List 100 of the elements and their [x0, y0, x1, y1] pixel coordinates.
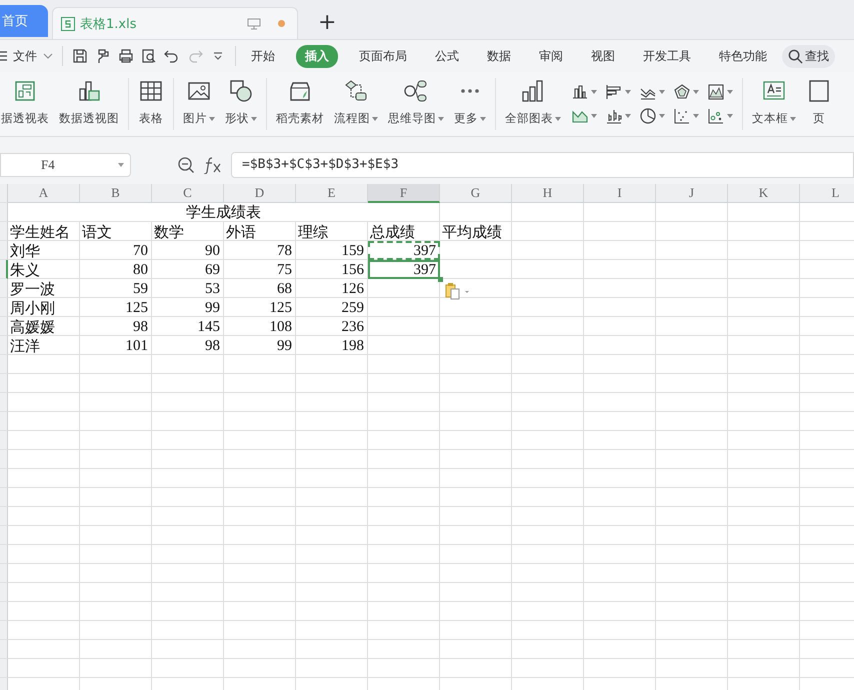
caret-icon	[625, 114, 631, 118]
ribbon-tab[interactable]: 开发工具	[636, 44, 698, 68]
name-cell-text: 周小刚	[9, 298, 56, 317]
save-icon[interactable]	[71, 47, 89, 65]
ribbon-button[interactable]: 图片	[178, 72, 220, 136]
name-box[interactable]: F4	[0, 152, 131, 176]
ribbon-tab[interactable]: 特色功能	[712, 44, 774, 68]
chart-type-button[interactable]	[706, 106, 734, 126]
ribbon-button[interactable]: 文本框	[747, 72, 801, 136]
shapes-icon	[228, 78, 254, 104]
name-cell-text: 高媛媛	[9, 317, 56, 336]
ribbon-tab[interactable]: 数据	[480, 44, 518, 68]
row-header[interactable]	[0, 564, 8, 583]
ribbon-tab[interactable]: 审阅	[532, 44, 570, 68]
row-header[interactable]	[0, 298, 8, 317]
column-chart-icon	[571, 83, 589, 101]
score-cell-text: 70	[132, 242, 149, 260]
row-header[interactable]	[0, 507, 8, 526]
row-header[interactable]	[0, 412, 8, 431]
row-header[interactable]	[0, 583, 8, 602]
score-cell-text: 99	[204, 299, 221, 317]
column-heading-cell-text: 总成绩	[369, 222, 416, 241]
score-cell-text: 78	[276, 242, 293, 260]
row-header[interactable]	[0, 317, 8, 336]
ribbon-button[interactable]: 更多	[449, 72, 491, 136]
score-cell-text: 68	[276, 280, 293, 298]
row-header[interactable]	[0, 336, 8, 355]
score-cell-text: 75	[276, 261, 293, 279]
chart-type-button[interactable]	[638, 106, 666, 126]
new-tab-button[interactable]: +	[312, 10, 342, 35]
score-cell-text: 98	[204, 337, 221, 355]
score-cell-text: 53	[204, 280, 221, 298]
ribbon-button[interactable]: 思维导图	[383, 72, 449, 136]
ribbon-button[interactable]: 流程图	[329, 72, 383, 136]
column-heading-cell-text: 语文	[81, 222, 113, 241]
chart-type-button[interactable]	[672, 106, 700, 126]
row-header[interactable]	[0, 488, 8, 507]
name-cell-text: 罗一波	[9, 279, 56, 298]
score-cell-text: 101	[124, 337, 149, 355]
caret-icon	[727, 90, 733, 94]
row-header[interactable]	[0, 260, 8, 279]
formula-field[interactable]: =$B$3+$C$3+$D$3+$E$3	[231, 152, 854, 178]
score-cell-text: 108	[268, 318, 293, 336]
paste-options-icon[interactable]	[444, 282, 472, 300]
column-heading-cell-text: 外语	[225, 222, 257, 241]
row-header[interactable]	[0, 355, 8, 374]
total-cell: 397	[368, 241, 440, 260]
row-header[interactable]	[0, 203, 8, 222]
total-cell: 397	[368, 260, 440, 279]
print-preview-icon[interactable]	[140, 47, 158, 65]
print-icon[interactable]	[117, 47, 135, 65]
row-header[interactable]	[0, 526, 8, 545]
row-header[interactable]	[0, 602, 8, 621]
ribbon-tab[interactable]: 视图	[584, 44, 622, 68]
ribbon-tab[interactable]: 开始	[244, 44, 282, 68]
column-header[interactable]: F	[368, 184, 440, 203]
select-all-corner[interactable]	[0, 184, 8, 203]
monitor-icon[interactable]	[247, 18, 261, 30]
row-header[interactable]	[0, 659, 8, 678]
row-header[interactable]	[0, 241, 8, 260]
zoom-out-icon[interactable]	[177, 156, 195, 174]
row-header[interactable]	[0, 393, 8, 412]
caret-icon	[591, 114, 597, 118]
chart-type-button[interactable]	[604, 82, 632, 102]
row-header[interactable]	[0, 450, 8, 469]
name-cell-text: 汪洋	[9, 336, 41, 355]
ribbon-button[interactable]: 页	[801, 72, 837, 136]
score-cell-text: 90	[204, 242, 221, 260]
chart-type-button[interactable]	[706, 82, 734, 102]
search-icon	[788, 48, 803, 64]
fill-handle[interactable]	[438, 277, 443, 282]
ribbon-button[interactable]: 表格	[133, 72, 169, 136]
row-header[interactable]	[0, 621, 8, 640]
score-cell-text: 126	[340, 280, 365, 298]
row-header[interactable]	[0, 222, 8, 241]
ribbon-button[interactable]: 形状	[220, 72, 262, 136]
search-button[interactable]: 查找	[782, 44, 835, 68]
row-header[interactable]	[0, 431, 8, 450]
ribbon-tab[interactable]: 页面布局	[352, 44, 414, 68]
row-header[interactable]	[0, 469, 8, 488]
ribbon-button[interactable]: 据透视表	[0, 72, 54, 136]
score-cell-text: 98	[132, 318, 149, 336]
score-cell-text: 159	[340, 242, 365, 260]
ribbon-button[interactable]: 稻壳素材	[271, 72, 329, 136]
ribbon-button[interactable]: 全部图表	[500, 72, 566, 136]
file-menu[interactable]: 文件	[13, 48, 37, 64]
radar-chart-icon	[673, 83, 691, 101]
mind-map-icon	[403, 78, 429, 104]
function-icon[interactable]	[203, 156, 223, 174]
caret-icon	[693, 90, 699, 94]
ribbon-tab[interactable]: 公式	[428, 44, 466, 68]
score-cell-text: 125	[268, 299, 293, 317]
caret-icon	[659, 90, 665, 94]
row-header[interactable]	[0, 640, 8, 659]
ribbon-button[interactable]: 数据透视图	[54, 72, 124, 136]
row-header[interactable]	[0, 279, 8, 298]
row-header[interactable]	[0, 545, 8, 564]
score-cell-text: 59	[132, 280, 149, 298]
score-cell-text: 259	[340, 299, 365, 317]
row-header[interactable]	[0, 374, 8, 393]
